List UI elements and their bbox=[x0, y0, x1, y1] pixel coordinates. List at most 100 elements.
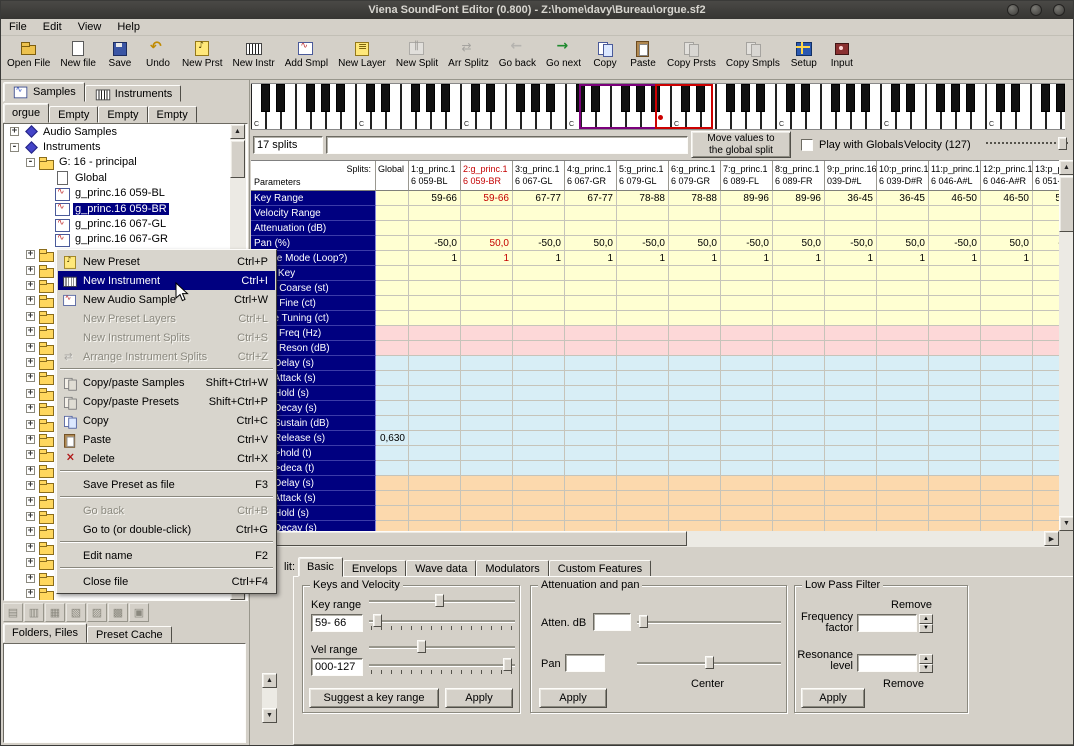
value-cell[interactable] bbox=[877, 506, 929, 521]
value-cell[interactable] bbox=[461, 296, 513, 311]
value-cell[interactable] bbox=[981, 296, 1033, 311]
value-cell[interactable] bbox=[1033, 206, 1059, 221]
value-cell[interactable] bbox=[461, 311, 513, 326]
scroll-up-icon[interactable] bbox=[262, 673, 277, 688]
move-to-global-button[interactable]: Move values tothe global split bbox=[691, 131, 791, 158]
value-cell[interactable] bbox=[877, 266, 929, 281]
tree-item[interactable]: -Instruments bbox=[4, 139, 247, 154]
value-cell[interactable] bbox=[929, 431, 981, 446]
value-cell[interactable] bbox=[513, 446, 565, 461]
value-cell[interactable] bbox=[513, 506, 565, 521]
context-item-close-file[interactable]: Close fileCtrl+F4 bbox=[58, 572, 275, 591]
value-cell[interactable] bbox=[773, 311, 825, 326]
value-cell[interactable]: 1 bbox=[461, 251, 513, 266]
value-cell[interactable]: 1 bbox=[981, 251, 1033, 266]
value-cell[interactable] bbox=[1033, 506, 1059, 521]
value-cell[interactable] bbox=[617, 326, 669, 341]
black-key[interactable] bbox=[471, 84, 480, 112]
velocity-slider[interactable] bbox=[986, 136, 1068, 152]
value-cell[interactable] bbox=[565, 521, 617, 531]
context-item-copy[interactable]: CopyCtrl+C bbox=[58, 411, 275, 430]
value-cell[interactable] bbox=[773, 506, 825, 521]
scroll-up-icon[interactable] bbox=[230, 124, 245, 139]
value-cell[interactable] bbox=[461, 401, 513, 416]
value-cell[interactable] bbox=[981, 311, 1033, 326]
expand-plus-icon[interactable]: + bbox=[26, 296, 35, 305]
new-prst-button[interactable]: New Prst bbox=[177, 38, 228, 69]
global-value-cell[interactable] bbox=[376, 476, 409, 491]
value-cell[interactable]: 46-50 bbox=[929, 191, 981, 206]
tree-scrollbar-thumb[interactable] bbox=[230, 140, 245, 178]
undo-button[interactable]: Undo bbox=[139, 38, 177, 69]
global-value-cell[interactable] bbox=[376, 326, 409, 341]
value-cell[interactable] bbox=[877, 206, 929, 221]
value-cell[interactable] bbox=[1033, 311, 1059, 326]
black-key[interactable] bbox=[486, 84, 495, 112]
value-cell[interactable] bbox=[1033, 326, 1059, 341]
key-low-slider[interactable] bbox=[369, 593, 515, 609]
global-value-cell[interactable]: 0,630 bbox=[376, 431, 409, 446]
value-cell[interactable] bbox=[721, 431, 773, 446]
value-cell[interactable] bbox=[773, 206, 825, 221]
value-cell[interactable] bbox=[513, 296, 565, 311]
value-cell[interactable] bbox=[1033, 371, 1059, 386]
context-item-new-audio-sample[interactable]: New Audio SampleCtrl+W bbox=[58, 290, 275, 309]
value-cell[interactable] bbox=[409, 386, 461, 401]
value-cell[interactable] bbox=[1033, 401, 1059, 416]
value-cell[interactable] bbox=[981, 506, 1033, 521]
value-cell[interactable] bbox=[929, 401, 981, 416]
value-cell[interactable] bbox=[617, 386, 669, 401]
black-key[interactable] bbox=[441, 84, 450, 112]
value-cell[interactable] bbox=[617, 206, 669, 221]
tab-custom-features[interactable]: Custom Features bbox=[549, 560, 651, 577]
value-cell[interactable] bbox=[409, 326, 461, 341]
value-cell[interactable] bbox=[669, 476, 721, 491]
value-cell[interactable] bbox=[669, 356, 721, 371]
tab-instruments[interactable]: Instruments bbox=[85, 85, 181, 102]
value-cell[interactable] bbox=[565, 431, 617, 446]
value-cell[interactable] bbox=[461, 386, 513, 401]
value-cell[interactable] bbox=[513, 491, 565, 506]
value-cell[interactable] bbox=[513, 371, 565, 386]
key-high-slider[interactable] bbox=[369, 613, 515, 629]
value-cell[interactable]: 50,0 bbox=[773, 236, 825, 251]
value-cell[interactable] bbox=[409, 371, 461, 386]
save-button[interactable]: Save bbox=[101, 38, 139, 69]
value-cell[interactable] bbox=[461, 521, 513, 531]
table-vscrollbar-thumb[interactable] bbox=[1059, 176, 1074, 232]
tree-item[interactable]: -G: 16 - principal bbox=[4, 155, 247, 170]
global-value-cell[interactable] bbox=[376, 521, 409, 531]
value-cell[interactable] bbox=[669, 401, 721, 416]
value-cell[interactable] bbox=[461, 326, 513, 341]
value-cell[interactable] bbox=[409, 341, 461, 356]
value-cell[interactable] bbox=[461, 431, 513, 446]
value-cell[interactable]: 89-96 bbox=[721, 191, 773, 206]
new-instr-button[interactable]: New Instr bbox=[228, 38, 280, 69]
value-cell[interactable] bbox=[565, 416, 617, 431]
black-key[interactable] bbox=[546, 84, 555, 112]
value-cell[interactable] bbox=[929, 341, 981, 356]
value-cell[interactable] bbox=[877, 461, 929, 476]
setup-button[interactable]: Setup bbox=[785, 38, 823, 69]
black-key[interactable] bbox=[756, 84, 765, 112]
value-cell[interactable] bbox=[877, 431, 929, 446]
value-cell[interactable] bbox=[825, 266, 877, 281]
value-cell[interactable] bbox=[825, 401, 877, 416]
value-cell[interactable] bbox=[721, 311, 773, 326]
value-cell[interactable] bbox=[1033, 221, 1059, 236]
frequency-factor-input[interactable] bbox=[857, 614, 917, 632]
value-cell[interactable] bbox=[981, 446, 1033, 461]
value-cell[interactable] bbox=[513, 266, 565, 281]
value-cell[interactable] bbox=[1033, 386, 1059, 401]
value-cell[interactable]: 50,0 bbox=[877, 236, 929, 251]
title-bar[interactable]: Viena SoundFont Editor (0.800) - Z:\home… bbox=[1, 1, 1073, 19]
table-hscrollbar-thumb[interactable] bbox=[267, 531, 687, 546]
value-cell[interactable] bbox=[1033, 296, 1059, 311]
value-cell[interactable] bbox=[669, 296, 721, 311]
value-cell[interactable] bbox=[617, 431, 669, 446]
value-cell[interactable] bbox=[981, 356, 1033, 371]
value-cell[interactable] bbox=[1033, 476, 1059, 491]
value-cell[interactable] bbox=[825, 326, 877, 341]
vel-low-slider-thumb[interactable] bbox=[417, 640, 426, 653]
vel-low-slider[interactable] bbox=[369, 639, 515, 655]
